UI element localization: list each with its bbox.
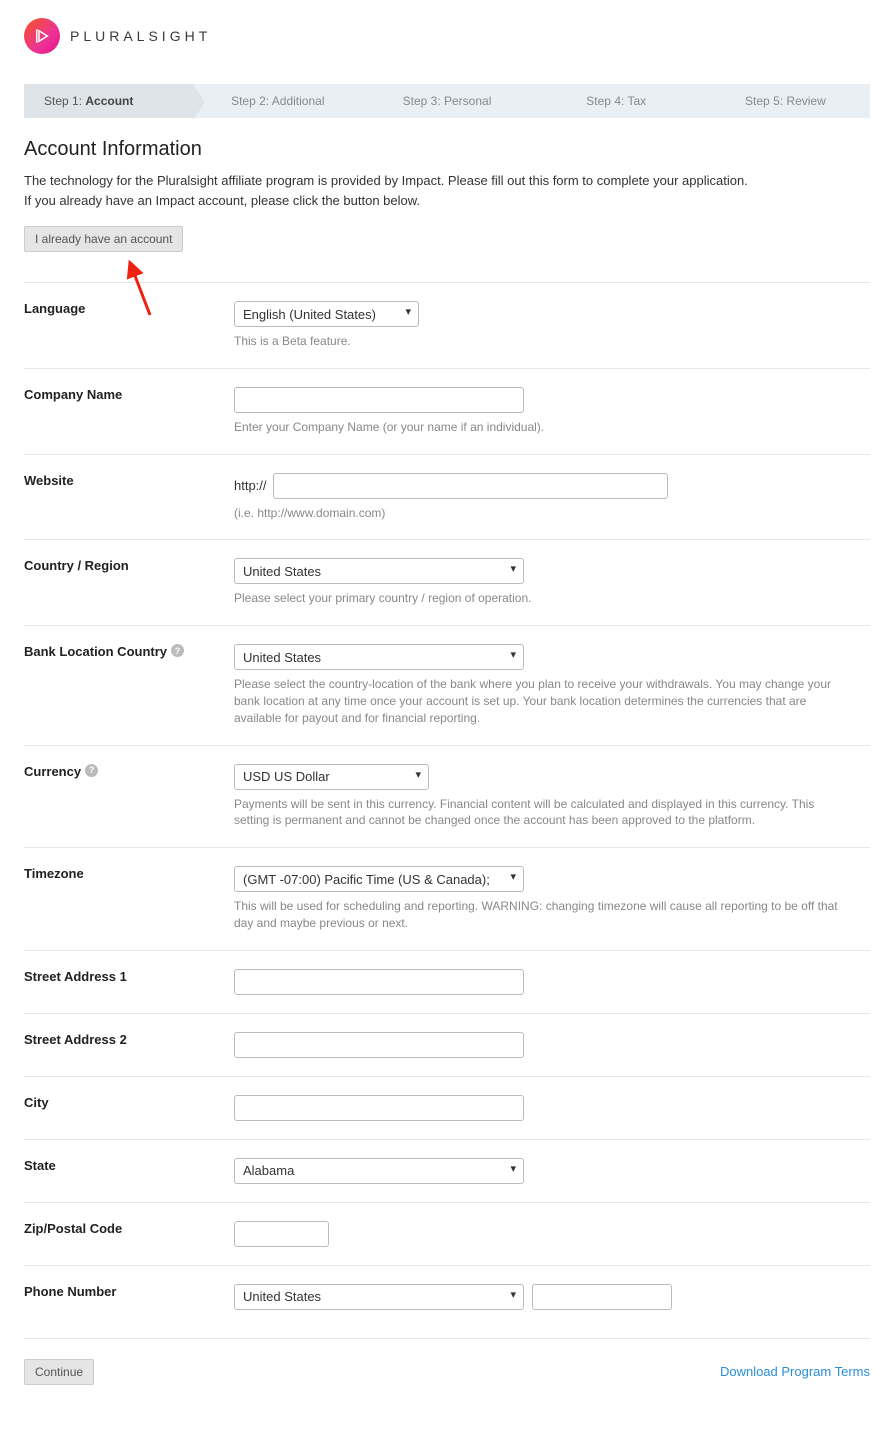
help-icon[interactable]: ? bbox=[171, 644, 184, 657]
timezone-select[interactable] bbox=[234, 866, 524, 892]
language-label: Language bbox=[24, 301, 234, 350]
currency-select[interactable] bbox=[234, 764, 429, 790]
download-terms-link[interactable]: Download Program Terms bbox=[720, 1364, 870, 1379]
bank-hint: Please select the country-location of th… bbox=[234, 676, 834, 726]
continue-button[interactable]: Continue bbox=[24, 1359, 94, 1385]
currency-label: Currency? bbox=[24, 764, 234, 830]
company-hint: Enter your Company Name (or your name if… bbox=[234, 419, 870, 436]
country-select[interactable] bbox=[234, 558, 524, 584]
header: PLURALSIGHT bbox=[24, 18, 870, 54]
stepper: Step 1: Account Step 2: Additional Step … bbox=[24, 84, 870, 118]
street1-label: Street Address 1 bbox=[24, 969, 234, 995]
intro-text: The technology for the Pluralsight affil… bbox=[24, 171, 870, 210]
brand-text: PLURALSIGHT bbox=[70, 28, 211, 44]
language-select[interactable] bbox=[234, 301, 419, 327]
phone-input[interactable] bbox=[532, 1284, 672, 1310]
existing-account-button[interactable]: I already have an account bbox=[24, 226, 183, 252]
help-icon[interactable]: ? bbox=[85, 764, 98, 777]
city-label: City bbox=[24, 1095, 234, 1121]
bank-country-select[interactable] bbox=[234, 644, 524, 670]
state-label: State bbox=[24, 1158, 234, 1184]
zip-input[interactable] bbox=[234, 1221, 329, 1247]
timezone-hint: This will be used for scheduling and rep… bbox=[234, 898, 854, 932]
street1-input[interactable] bbox=[234, 969, 524, 995]
country-hint: Please select your primary country / reg… bbox=[234, 590, 870, 607]
website-input[interactable] bbox=[273, 473, 668, 499]
step-account[interactable]: Step 1: Account bbox=[24, 84, 193, 118]
phone-country-select[interactable] bbox=[234, 1284, 524, 1310]
logo-icon bbox=[24, 18, 60, 54]
zip-label: Zip/Postal Code bbox=[24, 1221, 234, 1247]
page-title: Account Information bbox=[24, 138, 870, 161]
city-input[interactable] bbox=[234, 1095, 524, 1121]
step-additional[interactable]: Step 2: Additional bbox=[193, 84, 362, 118]
phone-label: Phone Number bbox=[24, 1284, 234, 1310]
company-input[interactable] bbox=[234, 387, 524, 413]
currency-hint: Payments will be sent in this currency. … bbox=[234, 796, 834, 830]
website-prefix: http:// bbox=[234, 478, 267, 493]
street2-input[interactable] bbox=[234, 1032, 524, 1058]
language-hint: This is a Beta feature. bbox=[234, 333, 870, 350]
street2-label: Street Address 2 bbox=[24, 1032, 234, 1058]
country-label: Country / Region bbox=[24, 558, 234, 607]
step-tax[interactable]: Step 4: Tax bbox=[532, 84, 701, 118]
bank-label: Bank Location Country? bbox=[24, 644, 234, 726]
website-hint: (i.e. http://www.domain.com) bbox=[234, 505, 870, 522]
step-personal[interactable]: Step 3: Personal bbox=[362, 84, 531, 118]
step-review[interactable]: Step 5: Review bbox=[701, 84, 870, 118]
website-label: Website bbox=[24, 473, 234, 522]
timezone-label: Timezone bbox=[24, 866, 234, 932]
company-label: Company Name bbox=[24, 387, 234, 436]
state-select[interactable] bbox=[234, 1158, 524, 1184]
